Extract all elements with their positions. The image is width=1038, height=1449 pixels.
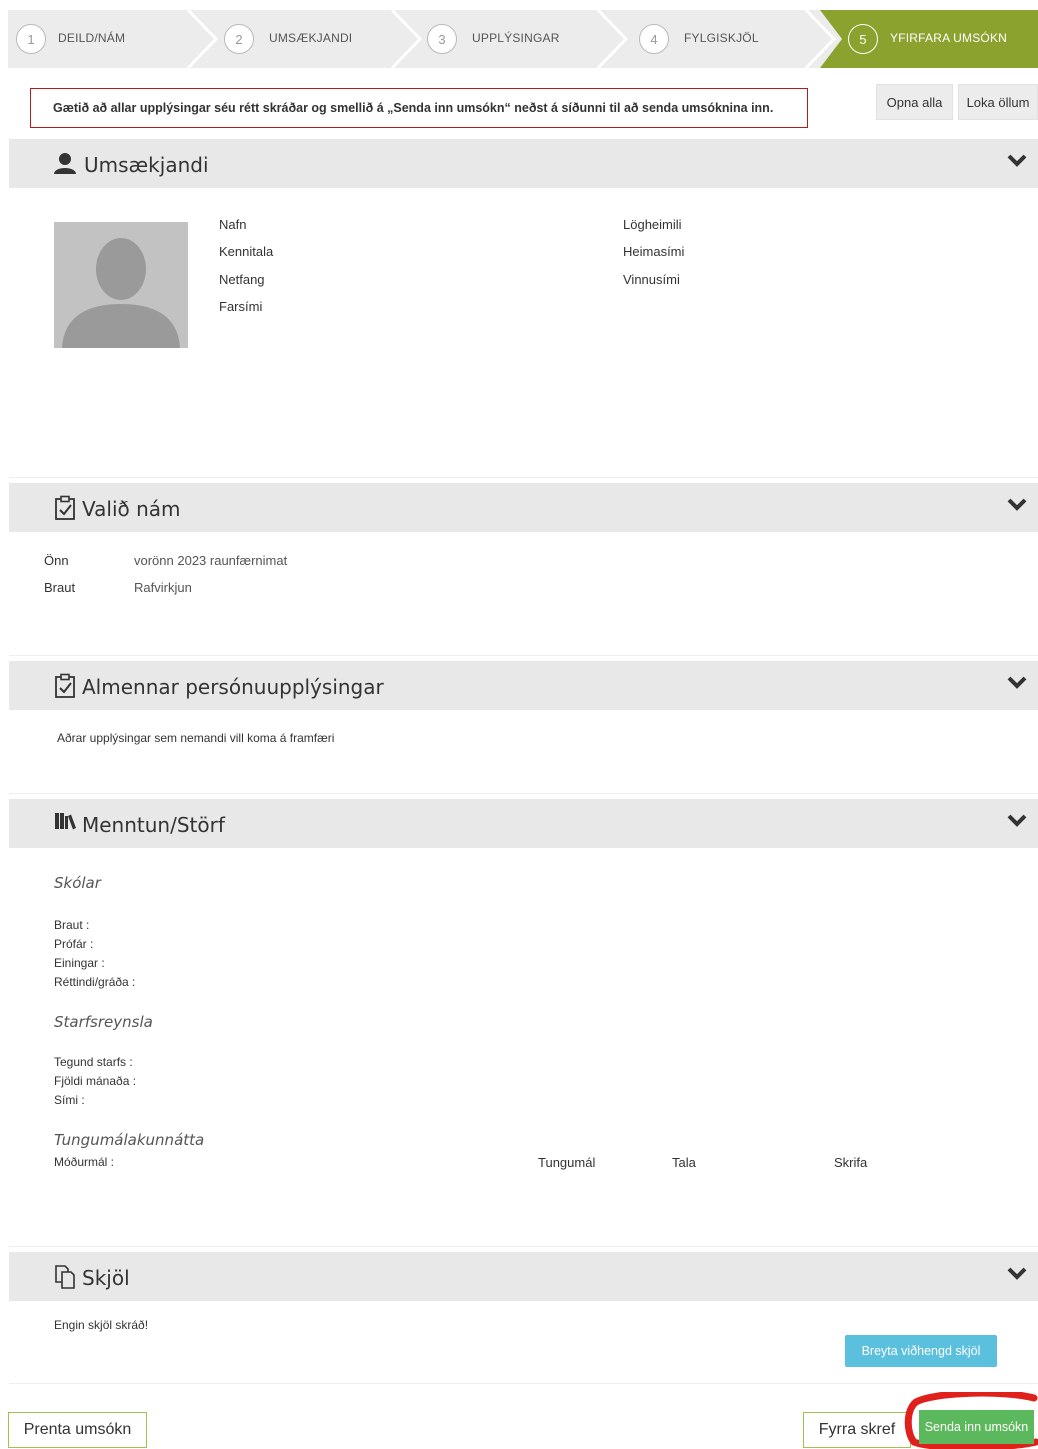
step-information[interactable]: 3 UPPLÝSINGAR bbox=[418, 10, 618, 68]
section-title: Valið nám bbox=[82, 497, 181, 521]
months-label: Fjöldi mánaða : bbox=[54, 1074, 137, 1088]
avatar bbox=[54, 222, 188, 348]
divider bbox=[9, 1246, 1038, 1247]
field-label-home-phone: Heimasími bbox=[623, 244, 685, 259]
instruction-alert: Gætið að allar upplýsingar séu rétt skrá… bbox=[30, 88, 808, 128]
clipboard-check-icon bbox=[55, 495, 75, 520]
writing-column-header: Skrifa bbox=[834, 1155, 868, 1170]
section-title: Skjöl bbox=[82, 1266, 130, 1290]
step-number: 4 bbox=[639, 24, 669, 54]
step-number: 1 bbox=[16, 24, 46, 54]
field-label-email: Netfang bbox=[219, 272, 265, 287]
step-label: UPPLÝSINGAR bbox=[472, 31, 560, 45]
language-column-header: Tungumál bbox=[538, 1155, 596, 1170]
section-header-applicant[interactable]: Umsækjandi bbox=[9, 139, 1038, 188]
chevron-down-icon[interactable] bbox=[1007, 1267, 1027, 1281]
edit-attachments-button[interactable]: Breyta viðhengd skjöl bbox=[845, 1335, 997, 1367]
print-application-button[interactable]: Prenta umsókn bbox=[8, 1412, 147, 1448]
field-label-address: Lögheimili bbox=[623, 217, 682, 232]
chevron-down-icon[interactable] bbox=[1007, 498, 1027, 512]
work-experience-heading: Starfsreynsla bbox=[54, 1013, 153, 1031]
user-icon bbox=[54, 153, 76, 174]
section-header-chosen-study[interactable]: Valið nám bbox=[9, 483, 1038, 532]
phone-label: Sími : bbox=[54, 1093, 85, 1107]
track-label: Braut bbox=[44, 580, 76, 595]
term-value: vorönn 2023 raunfærnimat bbox=[134, 553, 288, 568]
close-all-button[interactable]: Loka öllum bbox=[958, 84, 1038, 120]
divider bbox=[9, 1383, 1038, 1384]
user-silhouette-icon bbox=[62, 238, 180, 348]
submit-application-button[interactable]: Senda inn umsókn bbox=[919, 1410, 1034, 1444]
step-attachments[interactable]: 4 FYLGISKJÖL bbox=[630, 10, 810, 68]
open-all-button[interactable]: Opna alla bbox=[876, 84, 953, 120]
section-header-documents[interactable]: Skjöl bbox=[9, 1252, 1038, 1301]
track-value: Rafvirkjun bbox=[134, 580, 192, 595]
divider bbox=[9, 655, 1038, 656]
field-label-ssn: Kennitala bbox=[219, 244, 274, 259]
step-arrow-cutout bbox=[820, 10, 842, 68]
section-header-education[interactable]: Menntun/Störf bbox=[9, 799, 1038, 848]
section-title: Menntun/Störf bbox=[82, 813, 225, 837]
step-number: 2 bbox=[224, 24, 254, 54]
step-label: UMSÆKJANDI bbox=[269, 31, 353, 45]
step-label: YFIRFARA UMSÓKN bbox=[890, 31, 1008, 45]
section-title: Umsækjandi bbox=[84, 153, 209, 177]
school-credits-label: Einingar : bbox=[54, 956, 105, 970]
school-track-label: Braut : bbox=[54, 918, 90, 932]
divider bbox=[9, 477, 1038, 478]
step-number: 5 bbox=[848, 24, 878, 54]
chevron-down-icon[interactable] bbox=[1007, 676, 1027, 690]
step-applicant[interactable]: 2 UMSÆKJANDI bbox=[214, 10, 414, 68]
schools-heading: Skólar bbox=[54, 874, 101, 892]
chevron-down-icon[interactable] bbox=[1007, 814, 1027, 828]
previous-step-button[interactable]: Fyrra skref bbox=[803, 1412, 911, 1448]
languages-heading: Tungumálakunnátta bbox=[54, 1131, 205, 1149]
step-label: DEILD/NÁM bbox=[58, 31, 126, 45]
step-review[interactable]: 5 YFIRFARA UMSÓKN bbox=[820, 10, 1038, 68]
field-label-mobile: Farsími bbox=[219, 299, 263, 314]
section-title: Almennar persónuupplýsingar bbox=[82, 675, 384, 699]
general-info-text: Aðrar upplýsingar sem nemandi vill koma … bbox=[57, 731, 335, 745]
copy-icon bbox=[55, 1265, 75, 1289]
chevron-down-icon[interactable] bbox=[1007, 154, 1027, 168]
term-label: Önn bbox=[44, 553, 69, 568]
clipboard-check-icon bbox=[55, 673, 75, 698]
mother-tongue-label: Móðurmál : bbox=[54, 1155, 115, 1169]
school-degree-label: Réttindi/gráða : bbox=[54, 975, 136, 989]
books-icon bbox=[55, 813, 76, 830]
school-exam-year-label: Prófár : bbox=[54, 937, 94, 951]
divider bbox=[9, 793, 1038, 794]
no-documents-text: Engin skjöl skráð! bbox=[54, 1318, 149, 1332]
step-number: 3 bbox=[427, 24, 457, 54]
job-type-label: Tegund starfs : bbox=[54, 1055, 133, 1069]
step-department[interactable]: 1 DEILD/NÁM bbox=[8, 10, 208, 68]
speaking-column-header: Tala bbox=[672, 1155, 696, 1170]
progress-stepper: 1 DEILD/NÁM 2 UMSÆKJANDI 3 UPPLÝSINGAR 4… bbox=[8, 10, 1038, 68]
field-label-name: Nafn bbox=[219, 217, 247, 232]
step-label: FYLGISKJÖL bbox=[684, 31, 759, 45]
field-label-work-phone: Vinnusími bbox=[623, 272, 680, 287]
section-header-general-info[interactable]: Almennar persónuupplýsingar bbox=[9, 661, 1038, 710]
